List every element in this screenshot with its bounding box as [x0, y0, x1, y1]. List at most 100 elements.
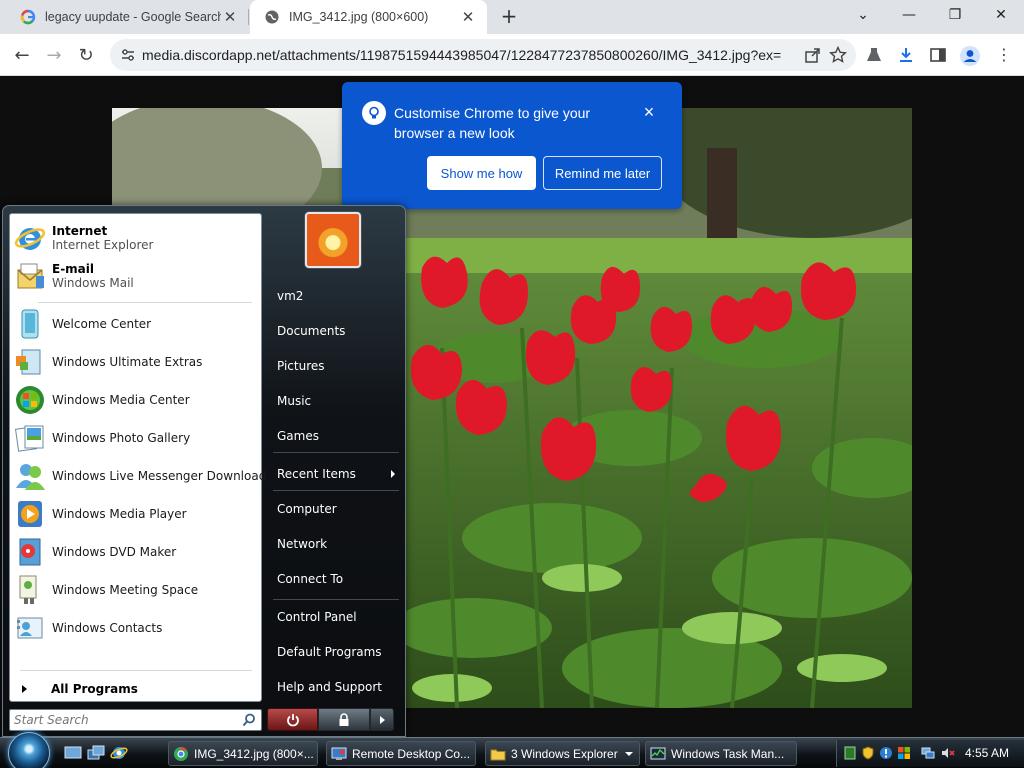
places-item-games[interactable]: Games — [277, 424, 399, 448]
program-meeting-space[interactable]: Windows Meeting Space — [14, 572, 259, 608]
network-connection-icon[interactable] — [921, 746, 935, 760]
close-window-button[interactable]: ✕ — [978, 0, 1024, 30]
start-orb-windows-icon[interactable] — [8, 732, 50, 768]
places-item-control-panel[interactable]: Control Panel — [277, 605, 399, 629]
security-shield-icon[interactable] — [861, 746, 875, 760]
windows-flag-icon[interactable] — [897, 746, 911, 760]
program-media-center[interactable]: Windows Media Center — [14, 382, 259, 418]
download-icon[interactable] — [896, 45, 916, 65]
tab-google-search[interactable]: legacy uupdate - Google Search ✕ — [6, 0, 249, 34]
address-bar[interactable]: media.discordapp.net/attachments/1198751… — [110, 39, 856, 71]
profile-avatar-icon[interactable] — [959, 45, 980, 66]
meeting-space-icon — [14, 574, 46, 606]
windows-mail-icon — [14, 260, 46, 292]
separator — [273, 599, 399, 600]
promo-text: Customise Chrome to give your browser a … — [394, 105, 591, 141]
arrow-right-icon — [380, 715, 385, 724]
tab-title: IMG_3412.jpg (800×600) — [289, 10, 429, 24]
program-photo-gallery[interactable]: Windows Photo Gallery — [14, 420, 259, 456]
new-tab-button[interactable]: + — [498, 6, 520, 28]
browser-toolbar: ← → ↻ media.discordapp.net/attachments/1… — [0, 34, 1024, 76]
site-settings-icon[interactable] — [120, 47, 136, 63]
separator — [20, 670, 252, 671]
places-item-documents[interactable]: Documents — [277, 319, 399, 343]
program-label: Windows Photo Gallery — [52, 431, 191, 445]
remind-me-later-button[interactable]: Remind me later — [543, 156, 662, 190]
more-menu-icon[interactable]: ⋮ — [994, 45, 1014, 65]
volume-muted-icon[interactable] — [941, 746, 955, 760]
program-label: Windows Live Messenger Download — [52, 469, 267, 483]
lock-button[interactable] — [318, 708, 370, 731]
start-menu-programs-pane: Internet Internet Explorer E-mail Window… — [9, 213, 266, 702]
minimize-button[interactable]: — — [886, 0, 932, 30]
start-search-input[interactable] — [14, 712, 234, 728]
program-welcome-center[interactable]: Welcome Center — [14, 306, 259, 342]
program-dvd-maker[interactable]: Windows DVD Maker — [14, 534, 259, 570]
network-status-icon[interactable] — [843, 746, 857, 760]
places-item-recent-items[interactable]: Recent Items — [277, 462, 399, 486]
arrow-right-icon — [22, 685, 27, 693]
clock[interactable]: 4:55 AM — [965, 746, 1009, 760]
taskbar-item-windows-explorer[interactable]: 3 Windows Explorer — [485, 741, 640, 766]
program-media-player[interactable]: Windows Media Player — [14, 496, 259, 532]
photo-gallery-icon — [14, 422, 46, 454]
places-label: Recent Items — [277, 467, 356, 481]
show-desktop-icon[interactable] — [64, 745, 82, 761]
start-menu-places-pane: vm2 Documents Pictures Music Games Recen… — [267, 206, 403, 706]
separator — [273, 452, 399, 453]
program-label: Windows Media Center — [52, 393, 190, 407]
chrome-icon — [173, 746, 189, 762]
separator — [38, 302, 252, 303]
notification-area: 4:55 AM — [836, 740, 1024, 767]
program-ultimate-extras[interactable]: Windows Ultimate Extras — [14, 344, 259, 380]
tab-search-icon[interactable]: ⌄ — [840, 0, 886, 30]
program-contacts[interactable]: Windows Contacts — [14, 610, 259, 646]
task-manager-icon — [650, 746, 666, 762]
program-live-messenger[interactable]: Windows Live Messenger Download — [14, 458, 266, 494]
pinned-subtitle: Windows Mail — [52, 276, 134, 290]
close-icon[interactable]: ✕ — [221, 8, 239, 26]
places-item-music[interactable]: Music — [277, 389, 399, 413]
places-item-help-and-support[interactable]: Help and Support — [277, 675, 399, 699]
places-item-network[interactable]: Network — [277, 532, 399, 556]
start-search-box[interactable] — [9, 709, 262, 731]
switch-windows-icon[interactable] — [87, 745, 105, 761]
program-label: Windows DVD Maker — [52, 545, 177, 559]
shutdown-options-button[interactable] — [370, 708, 394, 731]
program-label: Welcome Center — [52, 317, 152, 331]
close-icon[interactable]: ✕ — [459, 8, 477, 26]
taskbar-item-label: Remote Desktop Co... — [352, 746, 471, 761]
remote-desktop-icon — [331, 746, 347, 762]
status-alert-icon[interactable] — [879, 746, 893, 760]
places-item-default-programs[interactable]: Default Programs — [277, 640, 399, 664]
taskbar-item-remote-desktop[interactable]: Remote Desktop Co... — [326, 741, 476, 766]
program-label: Windows Contacts — [52, 621, 163, 635]
all-programs-button[interactable]: All Programs — [20, 680, 250, 698]
taskbar-item-label: 3 Windows Explorer — [511, 746, 618, 761]
share-icon[interactable] — [804, 46, 822, 64]
internet-explorer-icon[interactable] — [110, 745, 128, 761]
search-icon[interactable] — [242, 713, 256, 727]
tab-title: legacy uupdate - Google Search — [45, 10, 221, 24]
places-item-user[interactable]: vm2 — [277, 284, 399, 308]
tab-image[interactable]: IMG_3412.jpg (800×600) ✕ — [250, 0, 487, 34]
user-picture-flower-icon[interactable] — [305, 212, 361, 268]
places-item-pictures[interactable]: Pictures — [277, 354, 399, 378]
restore-button[interactable]: ❐ — [932, 0, 978, 30]
forward-button[interactable]: → — [42, 43, 66, 67]
show-me-how-button[interactable]: Show me how — [427, 156, 536, 190]
side-panel-icon[interactable] — [928, 45, 948, 65]
back-button[interactable]: ← — [10, 43, 34, 67]
places-item-connect-to[interactable]: Connect To — [277, 567, 399, 591]
bookmark-star-icon[interactable] — [828, 45, 848, 64]
power-button[interactable] — [267, 708, 318, 731]
pinned-email[interactable]: E-mail Windows Mail — [14, 258, 259, 294]
pinned-internet[interactable]: Internet Internet Explorer — [14, 220, 259, 256]
reload-button[interactable]: ↻ — [74, 43, 98, 67]
lock-icon — [339, 712, 349, 726]
taskbar-item-task-manager[interactable]: Windows Task Man... — [645, 741, 797, 766]
close-icon[interactable]: × — [640, 103, 658, 121]
labs-flask-icon[interactable] — [864, 45, 884, 65]
places-item-computer[interactable]: Computer — [277, 497, 399, 521]
taskbar-item-chrome[interactable]: IMG_3412.jpg (800×... — [168, 741, 318, 766]
